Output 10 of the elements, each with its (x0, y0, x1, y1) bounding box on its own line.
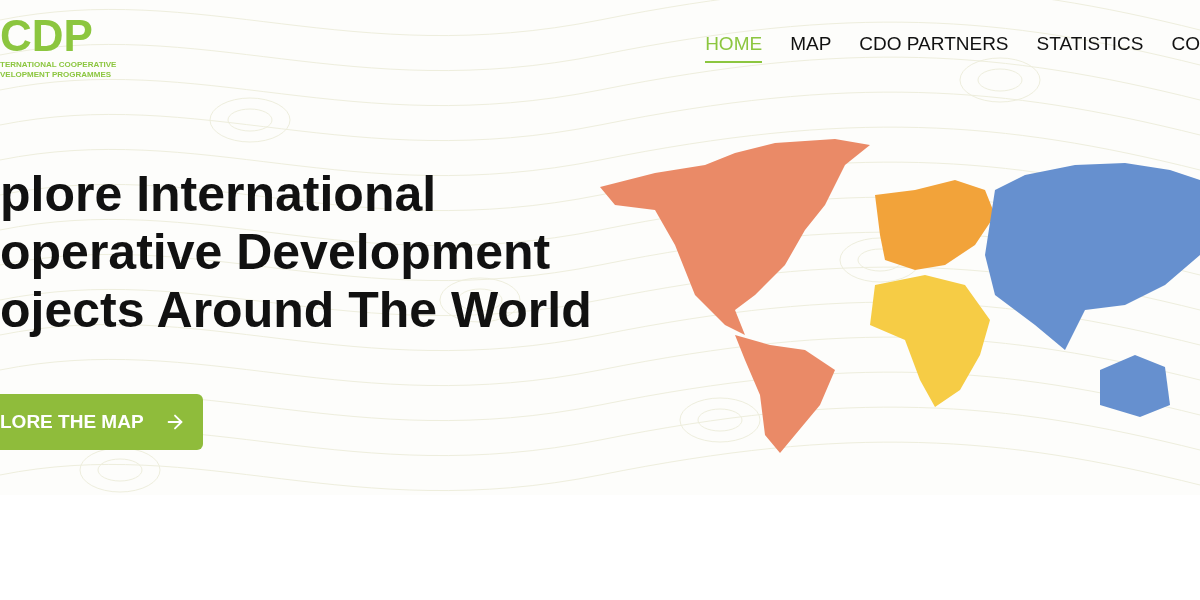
nav-link[interactable]: CDO PARTNERS (859, 30, 1009, 63)
logo-text: TERNATIONAL COOPERATIVE (0, 60, 117, 70)
hero-heading: ojects Around The World (0, 281, 592, 339)
nav-link[interactable]: MAP (790, 30, 832, 63)
logo-text: VELOPMENT PROGRAMMES (0, 70, 113, 80)
hero-heading: operative Development (0, 223, 552, 281)
nav-link[interactable]: CO (1171, 30, 1200, 63)
logo-mark: CDP (0, 14, 94, 58)
nav-link[interactable]: STATISTICS (1036, 30, 1144, 63)
hero-heading: plore International (0, 165, 438, 223)
